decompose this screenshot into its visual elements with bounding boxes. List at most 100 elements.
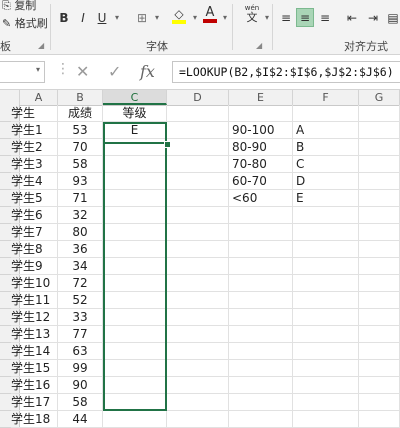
- cell-d[interactable]: [167, 105, 229, 122]
- cell-c[interactable]: 等级: [103, 105, 167, 122]
- copy-button[interactable]: ⎘ 复制: [2, 0, 36, 13]
- cell-c[interactable]: [103, 343, 167, 360]
- cell-e[interactable]: <60: [229, 190, 293, 207]
- cell-a[interactable]: 学生16: [11, 377, 58, 394]
- name-box[interactable]: ▾: [0, 61, 45, 83]
- cell-c[interactable]: [103, 377, 167, 394]
- cell-c[interactable]: [103, 394, 167, 411]
- cell-a[interactable]: 学生9: [11, 258, 58, 275]
- cell-b[interactable]: 80: [58, 224, 103, 241]
- cell-c[interactable]: [103, 258, 167, 275]
- cell-d[interactable]: [167, 394, 229, 411]
- cell-c[interactable]: [103, 309, 167, 326]
- cell-g[interactable]: [359, 139, 400, 156]
- cell-a[interactable]: 学生10: [11, 275, 58, 292]
- column-header-c[interactable]: C: [103, 90, 167, 105]
- cell-a[interactable]: 学生1: [11, 122, 58, 139]
- cell-b[interactable]: 99: [58, 360, 103, 377]
- cell-d[interactable]: [167, 309, 229, 326]
- cell-a[interactable]: 学生18: [11, 411, 58, 428]
- cell-e[interactable]: [229, 394, 293, 411]
- italic-button[interactable]: I: [75, 8, 91, 27]
- cell-b[interactable]: 36: [58, 241, 103, 258]
- cell-f[interactable]: [293, 292, 359, 309]
- cell-g[interactable]: [359, 156, 400, 173]
- cell-c[interactable]: [103, 326, 167, 343]
- cell-f[interactable]: [293, 105, 359, 122]
- cell-g[interactable]: [359, 122, 400, 139]
- cell-a[interactable]: 学生8: [11, 241, 58, 258]
- cell-e[interactable]: [229, 241, 293, 258]
- cell-b[interactable]: 52: [58, 292, 103, 309]
- cell-g[interactable]: [359, 360, 400, 377]
- cell-b[interactable]: 33: [58, 309, 103, 326]
- format-painter-button[interactable]: ✎ 格式刷: [2, 15, 48, 31]
- cell-f[interactable]: [293, 343, 359, 360]
- cell-e[interactable]: [229, 326, 293, 343]
- cell-g[interactable]: [359, 326, 400, 343]
- cell-b[interactable]: 53: [58, 122, 103, 139]
- cell-g[interactable]: [359, 309, 400, 326]
- cell-c[interactable]: [103, 224, 167, 241]
- cell-b[interactable]: 58: [58, 394, 103, 411]
- cell-d[interactable]: [167, 241, 229, 258]
- cell-g[interactable]: [359, 394, 400, 411]
- cell-g[interactable]: [359, 377, 400, 394]
- cell-f[interactable]: [293, 309, 359, 326]
- cell-d[interactable]: [167, 156, 229, 173]
- cell-d[interactable]: [167, 326, 229, 343]
- cell-f[interactable]: [293, 224, 359, 241]
- cell-f[interactable]: [293, 326, 359, 343]
- bold-button[interactable]: B: [56, 8, 72, 27]
- cell-b[interactable]: 70: [58, 139, 103, 156]
- cell-b[interactable]: 63: [58, 343, 103, 360]
- cell-a[interactable]: 学生15: [11, 360, 58, 377]
- cell-c[interactable]: [103, 173, 167, 190]
- cell-f[interactable]: A: [293, 122, 359, 139]
- cell-d[interactable]: [167, 292, 229, 309]
- cell-b[interactable]: 93: [58, 173, 103, 190]
- cell-f[interactable]: [293, 377, 359, 394]
- cell-g[interactable]: [359, 275, 400, 292]
- cell-f[interactable]: E: [293, 190, 359, 207]
- cell-d[interactable]: [167, 207, 229, 224]
- cell-f[interactable]: [293, 394, 359, 411]
- cell-g[interactable]: [359, 258, 400, 275]
- cancel-icon[interactable]: ✕: [76, 62, 89, 81]
- name-box-dropdown-icon[interactable]: ▾: [36, 65, 40, 74]
- cell-f[interactable]: [293, 411, 359, 428]
- cell-g[interactable]: [359, 105, 400, 122]
- cell-e[interactable]: [229, 258, 293, 275]
- fill-color-button[interactable]: ◇: [170, 6, 188, 25]
- cell-a[interactable]: 学生5: [11, 190, 58, 207]
- cell-d[interactable]: [167, 275, 229, 292]
- cell-d[interactable]: [167, 173, 229, 190]
- font-color-dropdown-icon[interactable]: ▾: [220, 8, 230, 27]
- cell-a[interactable]: 学生13: [11, 326, 58, 343]
- cell-g[interactable]: [359, 224, 400, 241]
- cell-f[interactable]: [293, 360, 359, 377]
- cell-b[interactable]: 90: [58, 377, 103, 394]
- phonetic-dropdown-icon[interactable]: ▾: [263, 8, 271, 27]
- cell-e[interactable]: [229, 105, 293, 122]
- cell-b[interactable]: 58: [58, 156, 103, 173]
- cell-c[interactable]: [103, 156, 167, 173]
- font-color-button[interactable]: A: [202, 5, 218, 24]
- cell-d[interactable]: [167, 343, 229, 360]
- decrease-indent-icon[interactable]: ⇤: [343, 8, 361, 27]
- underline-dropdown-icon[interactable]: ▾: [112, 8, 122, 27]
- cell-f[interactable]: [293, 275, 359, 292]
- cell-a[interactable]: 学生7: [11, 224, 58, 241]
- align-left-icon[interactable]: ≡: [277, 8, 295, 27]
- cell-e[interactable]: [229, 207, 293, 224]
- cell-e[interactable]: 90-100: [229, 122, 293, 139]
- cell-g[interactable]: [359, 207, 400, 224]
- column-header-b[interactable]: B: [58, 90, 103, 105]
- cell-f[interactable]: [293, 207, 359, 224]
- cell-d[interactable]: [167, 360, 229, 377]
- cell-a[interactable]: 学生11: [11, 292, 58, 309]
- cell-d[interactable]: [167, 377, 229, 394]
- cell-d[interactable]: [167, 224, 229, 241]
- cell-e[interactable]: [229, 377, 293, 394]
- enter-icon[interactable]: ✓: [108, 62, 121, 81]
